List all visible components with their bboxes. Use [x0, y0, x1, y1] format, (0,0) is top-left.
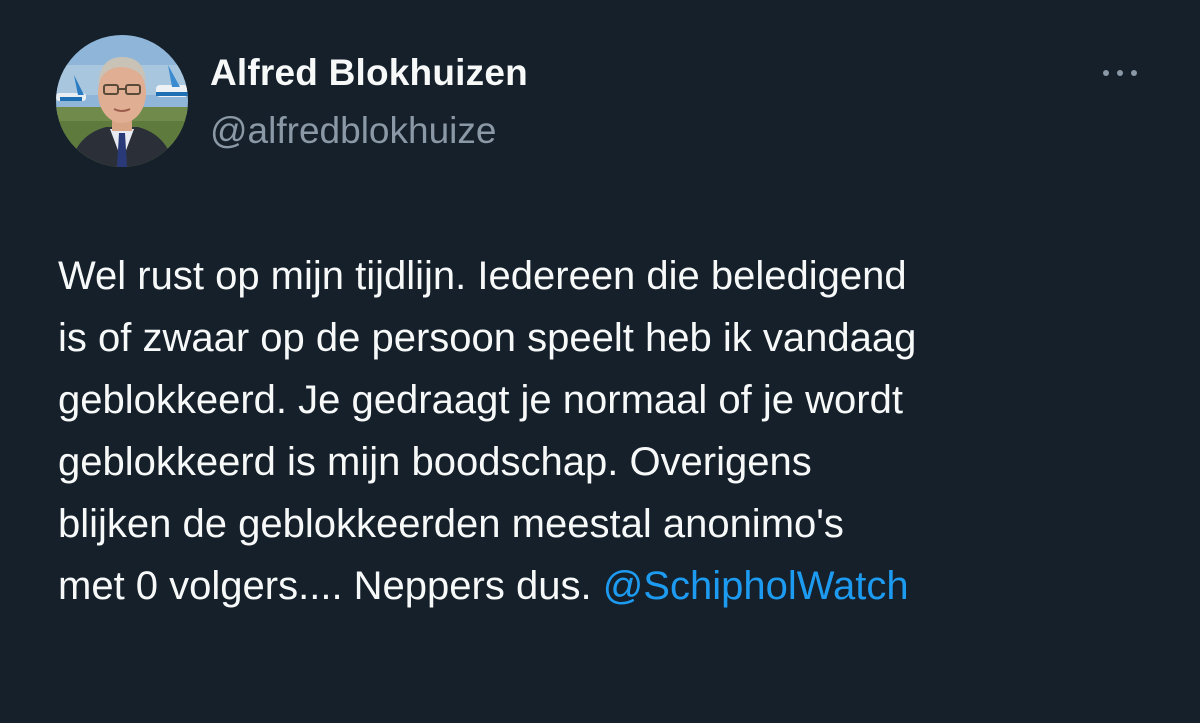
more-horizontal-icon — [1131, 70, 1137, 76]
mention-link[interactable]: @SchipholWatch — [603, 564, 909, 608]
tweet-text-line: geblokkeerd. Je gedraagt je normaal of j… — [58, 378, 903, 422]
tweet: Alfred Blokhuizen @alfredblokhuize Wel r… — [0, 0, 1200, 723]
tweet-text-line: geblokkeerd is mijn boodschap. Overigens — [58, 440, 812, 484]
tweet-text-line-last: met 0 volgers.... Neppers dus. @Schiphol… — [58, 555, 1168, 617]
author-handle[interactable]: @alfredblokhuize — [210, 110, 496, 152]
avatar[interactable] — [56, 35, 188, 167]
more-horizontal-icon — [1103, 70, 1109, 76]
tweet-text-line: blijken de geblokkeerden meestal anonimo… — [58, 502, 844, 546]
profile-photo — [56, 35, 188, 167]
tweet-text-line: met 0 volgers.... Neppers dus. — [58, 564, 603, 608]
tweet-text-line: Wel rust op mijn tijdlijn. Iedereen die … — [58, 254, 907, 298]
tweet-text: Wel rust op mijn tijdlijn. Iedereen die … — [58, 245, 1168, 617]
tweet-text-line: is of zwaar op de persoon speelt heb ik … — [58, 316, 917, 360]
more-horizontal-icon — [1117, 70, 1123, 76]
more-options-button[interactable] — [1094, 54, 1146, 92]
author-name[interactable]: Alfred Blokhuizen — [210, 52, 528, 94]
